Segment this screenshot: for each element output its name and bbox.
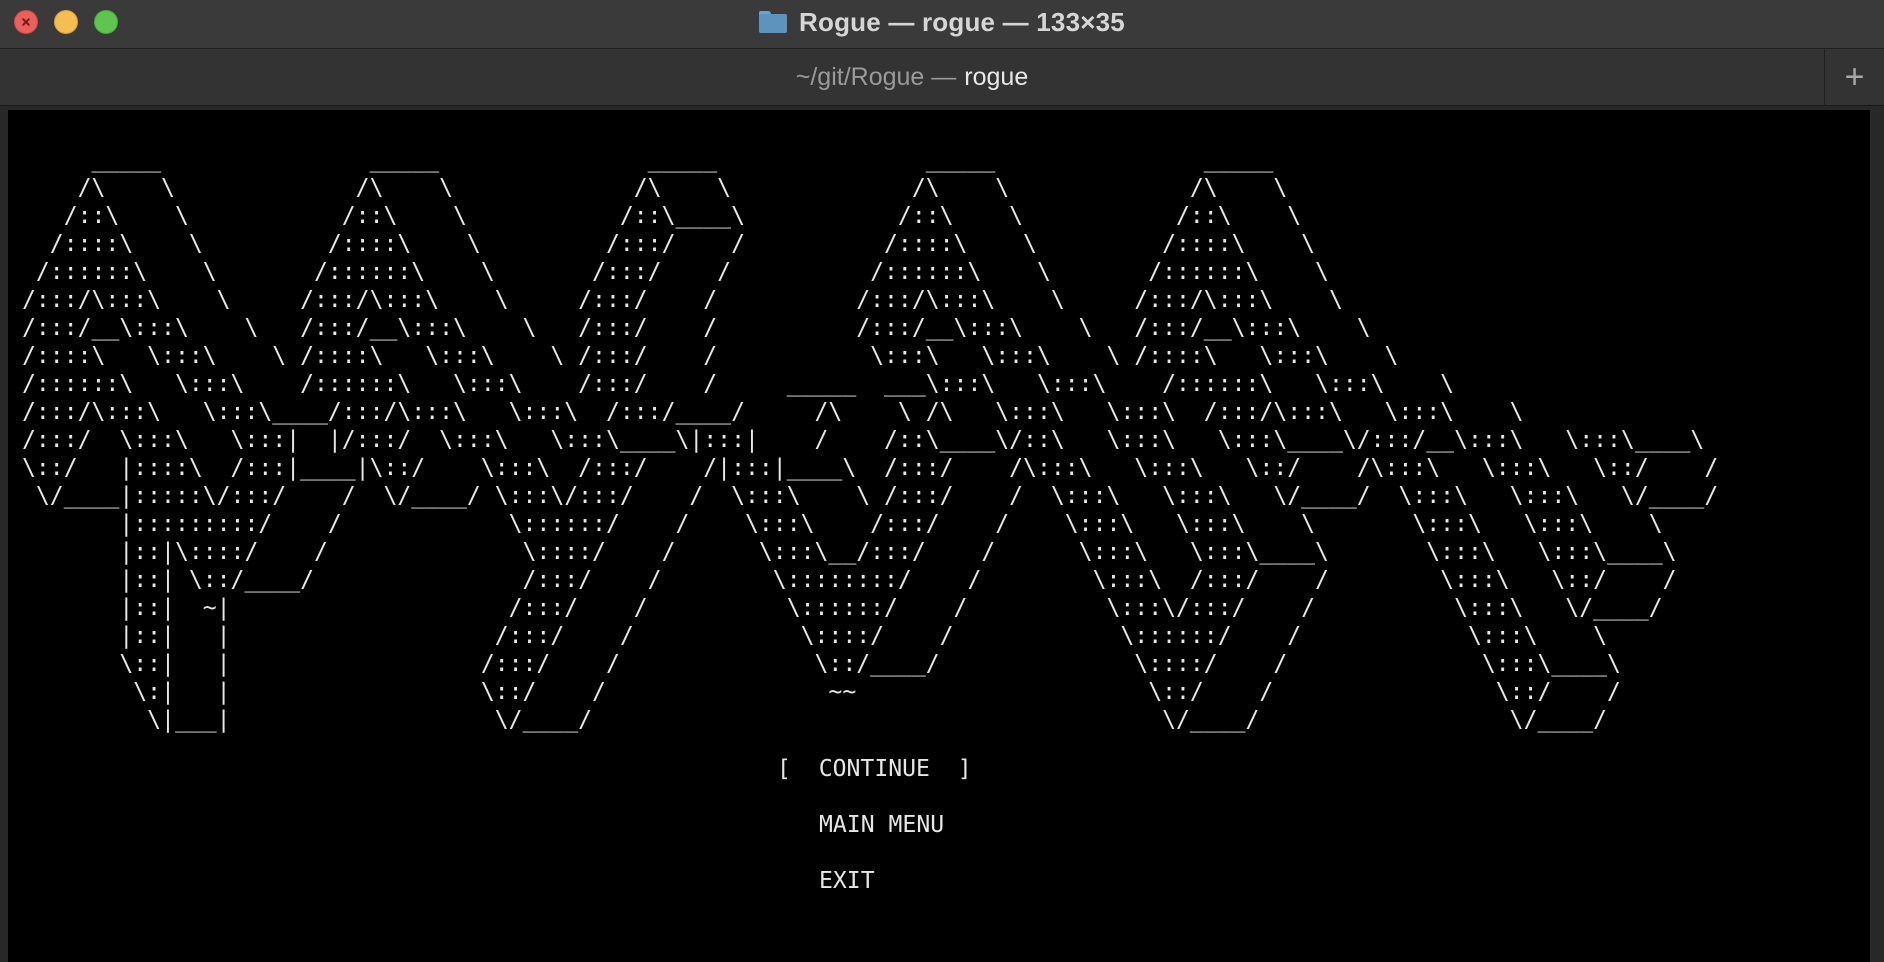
folder-icon-body <box>759 14 788 33</box>
tab-bar: ~/git/Rogue — rogue + <box>0 48 1884 106</box>
tab-path: ~/git/Rogue — <box>795 63 957 91</box>
menu-item-exit[interactable]: EXIT <box>819 867 875 895</box>
menu-item-main-menu[interactable]: MAIN MENU <box>819 811 944 839</box>
game-menu: [ CONTINUE ] MAIN MENU EXIT <box>8 110 1870 962</box>
selection-bracket-left: [ <box>777 756 791 782</box>
tab-process: rogue <box>964 63 1029 91</box>
folder-icon <box>759 11 788 33</box>
new-tab-button[interactable]: + <box>1824 49 1884 106</box>
terminal-view[interactable]: _____ _____ _____ _____ _____ /\ \ /\ \ … <box>8 110 1870 962</box>
menu-item-continue-label: CONTINUE <box>818 756 930 782</box>
menu-item-continue[interactable]: [ CONTINUE ] <box>777 755 972 783</box>
window-title-group: Rogue — rogue — 133×35 <box>0 0 1884 44</box>
window-title: Rogue — rogue — 133×35 <box>799 6 1125 37</box>
title-bar[interactable]: Rogue — rogue — 133×35 <box>0 0 1884 48</box>
terminal-window: Rogue — rogue — 133×35 ~/git/Rogue — rog… <box>0 0 1884 962</box>
tab-rogue[interactable]: ~/git/Rogue — rogue <box>0 49 1824 106</box>
selection-bracket-right: ] <box>957 756 972 782</box>
